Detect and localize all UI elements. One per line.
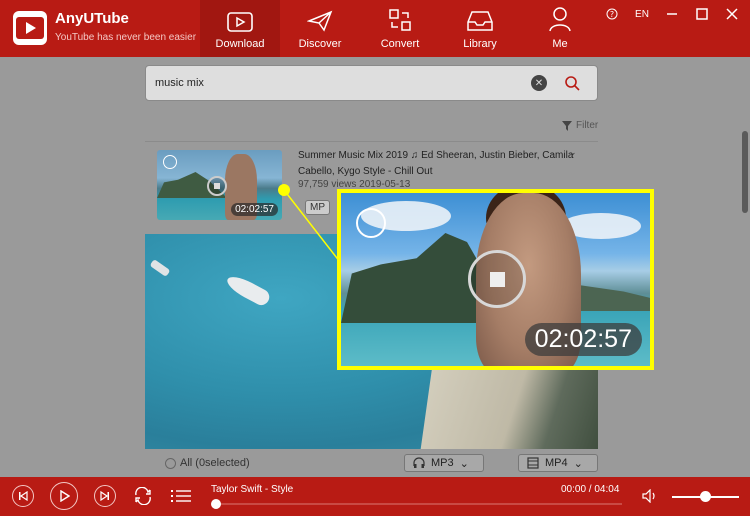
- seek-handle[interactable]: [211, 499, 221, 509]
- language-selector[interactable]: EN: [634, 6, 650, 22]
- selection-bar: All (0selected) MP3 ⌄ MP4 ⌄: [145, 449, 598, 477]
- next-track-icon[interactable]: [94, 485, 116, 507]
- tab-discover-label: Discover: [298, 38, 342, 50]
- tab-convert[interactable]: Convert: [360, 0, 440, 57]
- time-display: 00:00 / 04:04: [561, 484, 620, 495]
- seek-bar[interactable]: [212, 503, 622, 505]
- tab-library[interactable]: Library: [440, 0, 520, 57]
- preview-boat-small: [149, 258, 171, 278]
- zoom-duration-badge: 02:02:57: [524, 323, 642, 356]
- chevron-down-icon: ⌄: [573, 457, 583, 470]
- tab-library-label: Library: [463, 38, 497, 50]
- tab-convert-label: Convert: [380, 38, 420, 50]
- close-icon[interactable]: [724, 6, 740, 22]
- track-title: Taylor Swift - Style: [211, 484, 294, 495]
- filter-label: Filter: [576, 120, 599, 131]
- mp3-dropdown[interactable]: MP3 ⌄: [404, 454, 484, 472]
- tab-me[interactable]: Me: [520, 0, 600, 57]
- funnel-icon: [562, 120, 572, 131]
- tab-me-label: Me: [552, 38, 568, 50]
- scrollbar[interactable]: [742, 131, 748, 213]
- filter-button[interactable]: Filter: [562, 120, 598, 131]
- window-controls: ? EN: [604, 6, 740, 22]
- search-input[interactable]: music mix: [155, 77, 204, 89]
- select-all-radio[interactable]: All (0selected): [165, 457, 250, 469]
- select-circle-icon[interactable]: [163, 155, 177, 169]
- video-title: Summer Music Mix 2019 ♫ Ed Sheeran, Just…: [298, 150, 574, 177]
- player-bar: Taylor Swift - Style 00:00 / 04:04: [0, 477, 750, 516]
- select-all-label: All (0selected): [180, 457, 250, 469]
- format-chip[interactable]: MP: [305, 200, 330, 215]
- radio-icon: [165, 457, 176, 469]
- main-nav: Download Discover Convert Library Me: [200, 0, 600, 57]
- tab-discover[interactable]: Discover: [280, 0, 360, 57]
- repeat-icon[interactable]: [133, 486, 153, 510]
- stop-icon[interactable]: [207, 176, 227, 196]
- app-logo-icon: [13, 11, 47, 45]
- minimize-icon[interactable]: [664, 6, 680, 22]
- svg-text:?: ?: [610, 10, 614, 19]
- mp4-dropdown[interactable]: MP4 ⌄: [518, 454, 598, 472]
- chevron-down-icon: ⌄: [459, 457, 469, 470]
- film-icon: [527, 457, 539, 469]
- user-icon: [549, 7, 571, 32]
- search-icon[interactable]: [564, 75, 580, 91]
- chevron-down-icon[interactable]: ⌄: [569, 147, 577, 158]
- select-circle-icon: [356, 208, 386, 238]
- mp4-label: MP4: [545, 457, 568, 469]
- volume-icon[interactable]: [642, 488, 658, 508]
- volume-handle[interactable]: [700, 491, 711, 502]
- preview-boat: [223, 272, 273, 308]
- app-header: AnyUTube YouTube has never been easier D…: [0, 0, 750, 57]
- tray-icon: [467, 11, 493, 31]
- tab-download-label: Download: [215, 38, 265, 50]
- play-screen-icon: [227, 12, 253, 32]
- search-box[interactable]: music mix ✕: [145, 65, 598, 101]
- playlist-icon[interactable]: [171, 489, 191, 508]
- maximize-icon[interactable]: [694, 6, 710, 22]
- duration-badge: 02:02:57: [231, 203, 278, 216]
- previous-track-icon[interactable]: [12, 485, 34, 507]
- paper-plane-icon: [307, 10, 333, 32]
- stop-icon: [468, 250, 526, 308]
- video-thumbnail[interactable]: 02:02:57: [157, 150, 282, 220]
- mp3-label: MP3: [431, 457, 454, 469]
- headphones-icon: [413, 457, 425, 468]
- tab-download[interactable]: Download: [200, 0, 280, 57]
- clear-search-icon[interactable]: ✕: [531, 75, 547, 91]
- help-icon[interactable]: ?: [604, 6, 620, 22]
- app-tagline: YouTube has never been easier: [55, 32, 197, 43]
- convert-icon: [389, 9, 411, 31]
- play-icon[interactable]: [50, 482, 78, 510]
- app-name: AnyUTube: [55, 10, 129, 27]
- zoom-callout: 02:02:57: [337, 189, 654, 370]
